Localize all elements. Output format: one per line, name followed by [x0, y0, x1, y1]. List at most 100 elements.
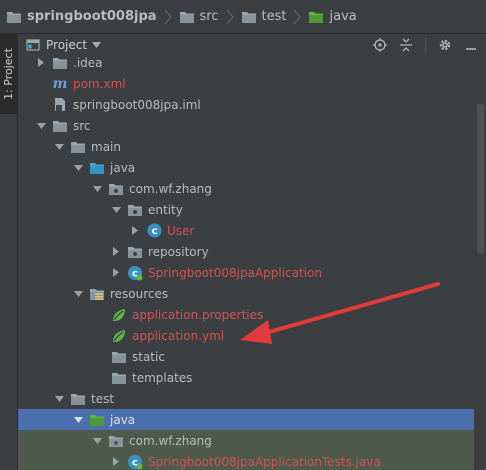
package-icon	[127, 244, 143, 260]
java-class-icon: c	[146, 223, 162, 239]
hide-icon[interactable]	[464, 38, 478, 52]
tree-node-label: test	[91, 391, 115, 406]
collapse-all-icon[interactable]	[399, 38, 413, 52]
folder-icon	[111, 349, 127, 365]
tree-node-label: entity	[148, 202, 183, 217]
tool-window-strip: 1: Project	[0, 34, 18, 470]
spring-config-icon	[111, 307, 127, 323]
tree-node-label: Springboot008jpaApplicationTests.java	[148, 454, 381, 469]
tree-node-application-yml[interactable]: application.yml	[18, 325, 474, 346]
vertical-scrollbar[interactable]	[474, 56, 486, 470]
breadcrumb-item-test[interactable]: test	[241, 0, 287, 33]
tree-node-test-package-com-wf-zhang[interactable]: com.wf.zhang	[18, 430, 474, 451]
tree-node-label: src	[73, 118, 91, 133]
expand-arrow-icon[interactable]	[36, 58, 46, 68]
tree-node-label: application.properties	[132, 307, 264, 322]
tree-node-label: springboot008jpa.iml	[73, 97, 201, 112]
tree-node-label: static	[132, 349, 165, 364]
tree-node-label: java	[110, 160, 136, 175]
settings-icon[interactable]	[438, 38, 452, 52]
scrollbar-thumb[interactable]	[477, 104, 484, 254]
tree-node-label: java	[110, 412, 136, 427]
chevron-down-icon[interactable]	[92, 42, 102, 48]
spring-boot-class-icon: c	[127, 265, 143, 281]
breadcrumb-item-src[interactable]: src	[179, 0, 219, 33]
tree-node-label: .idea	[73, 55, 103, 70]
chevron-right-icon	[164, 9, 172, 24]
tree-node-label: repository	[148, 244, 209, 259]
project-tree: .idea m pom.xml springboot008jpa.iml src…	[18, 52, 474, 470]
tree-node-static[interactable]: static	[18, 346, 474, 367]
spring-boot-class-icon: c	[127, 454, 143, 470]
project-tool-tab[interactable]: 1: Project	[0, 34, 18, 114]
collapse-arrow-icon[interactable]	[73, 415, 83, 425]
tree-node-label: templates	[132, 370, 193, 385]
breadcrumb-item-java[interactable]: java	[308, 0, 357, 33]
tree-node-package-repository[interactable]: repository	[18, 241, 474, 262]
folder-icon	[7, 11, 21, 23]
tree-node-label: Springboot008jpaApplication	[148, 265, 322, 280]
breadcrumb-label: test	[261, 9, 287, 24]
folder-icon	[70, 391, 86, 407]
package-icon	[127, 202, 143, 218]
resources-folder-icon	[89, 286, 105, 302]
tree-node-package-entity[interactable]: entity	[18, 199, 474, 220]
collapse-arrow-icon[interactable]	[111, 205, 121, 215]
test-source-folder-icon	[89, 412, 105, 428]
folder-icon	[241, 11, 256, 23]
tree-node-test-class[interactable]: c Springboot008jpaApplicationTests.java	[18, 451, 474, 470]
maven-icon: m	[52, 75, 68, 92]
svg-text:c: c	[151, 226, 157, 237]
tree-node-label: User	[167, 223, 195, 238]
folder-icon	[52, 118, 68, 134]
collapse-arrow-icon[interactable]	[92, 184, 102, 194]
breadcrumb-label: java	[329, 9, 357, 24]
test-source-folder-icon	[309, 11, 324, 23]
tree-node-main[interactable]: main	[18, 136, 474, 157]
collapse-arrow-icon[interactable]	[54, 142, 64, 152]
breadcrumb-item-project[interactable]: springboot008jpa	[6, 0, 157, 33]
collapse-arrow-icon[interactable]	[92, 436, 102, 446]
spring-config-icon	[111, 328, 127, 344]
breadcrumb: springboot008jpa src test java	[0, 0, 486, 34]
locate-icon[interactable]	[373, 38, 387, 52]
expand-arrow-icon[interactable]	[111, 268, 121, 278]
tree-node-application-properties[interactable]: application.properties	[18, 304, 474, 325]
tree-node-src[interactable]: src	[18, 115, 474, 136]
tree-node-main-java[interactable]: java	[18, 157, 474, 178]
tree-node-label: resources	[110, 286, 169, 301]
expand-arrow-icon[interactable]	[111, 247, 121, 257]
toolbar-divider	[425, 38, 426, 52]
tree-node-test[interactable]: test	[18, 388, 474, 409]
folder-icon	[70, 139, 86, 155]
tree-node-label: pom.xml	[73, 76, 126, 91]
tree-node-label: com.wf.zhang	[129, 181, 212, 196]
chevron-right-icon	[294, 9, 302, 24]
collapse-arrow-icon[interactable]	[54, 394, 64, 404]
collapse-arrow-icon[interactable]	[73, 289, 83, 299]
tree-node-pom-xml[interactable]: m pom.xml	[18, 73, 474, 94]
package-icon	[108, 433, 124, 449]
collapse-arrow-icon[interactable]	[36, 121, 46, 131]
tree-node-idea[interactable]: .idea	[18, 52, 474, 73]
tree-node-package-com-wf-zhang[interactable]: com.wf.zhang	[18, 178, 474, 199]
tree-node-class-user[interactable]: c User	[18, 220, 474, 241]
tree-node-label: application.yml	[132, 328, 225, 343]
tree-node-resources[interactable]: resources	[18, 283, 474, 304]
folder-icon	[111, 370, 127, 386]
tree-node-class-application[interactable]: c Springboot008jpaApplication	[18, 262, 474, 283]
panel-title[interactable]: Project	[46, 38, 87, 52]
package-icon	[108, 181, 124, 197]
expand-arrow-icon[interactable]	[130, 226, 140, 236]
expand-arrow-icon[interactable]	[111, 457, 121, 467]
collapse-arrow-icon[interactable]	[73, 163, 83, 173]
tree-node-templates[interactable]: templates	[18, 367, 474, 388]
tree-node-test-java[interactable]: java	[18, 409, 474, 430]
breadcrumb-label: springboot008jpa	[27, 9, 157, 24]
project-icon	[26, 39, 40, 51]
breadcrumb-label: src	[199, 9, 219, 24]
source-folder-icon	[89, 160, 105, 176]
tree-node-iml-file[interactable]: springboot008jpa.iml	[18, 94, 474, 115]
chevron-right-icon	[226, 9, 234, 24]
tree-node-label: main	[91, 139, 121, 154]
